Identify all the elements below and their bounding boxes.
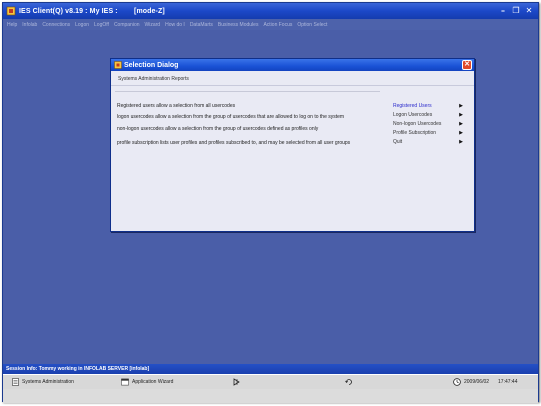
chevron-right-icon: ▶ [459, 111, 463, 118]
option-label: Registered Users [393, 102, 432, 109]
dialog-header: Systems Administration Reports [111, 71, 474, 86]
option-label: Non-logon Usercodes [393, 120, 442, 127]
pointer-arrow-icon [233, 378, 241, 386]
option-label: Profile Subscription [393, 129, 437, 136]
menu-wizard[interactable]: Wizard [145, 22, 161, 28]
navigate-button[interactable] [233, 378, 241, 386]
bottom-strip [3, 389, 538, 403]
description-profile-subscription: profile subscription lists user profiles… [117, 140, 351, 146]
dialog-title-bar[interactable]: Selection Dialog ✕ [111, 59, 474, 71]
systems-administration-label: Systems Administration [22, 379, 74, 385]
workspace: Selection Dialog ✕ Systems Administratio… [3, 30, 538, 364]
application-wizard-button[interactable]: Application Wizard [121, 378, 173, 386]
refresh-icon [345, 378, 353, 386]
description-logon-usercodes: logon usercodes allow a selection from t… [117, 114, 345, 120]
dialog-body: Registered users allow a selection from … [111, 86, 474, 231]
menu-logoff[interactable]: LogOff [94, 22, 109, 28]
window-close-button[interactable]: ✕ [523, 5, 535, 16]
menu-logon[interactable]: Logon [75, 22, 89, 28]
systems-administration-button[interactable]: Systems Administration [11, 378, 74, 386]
date-display: 2009/06/02 [464, 379, 490, 385]
option-label: Logon Usercodes [393, 111, 433, 118]
menu-option-select[interactable]: Option Select [297, 22, 327, 28]
chevron-right-icon: ▶ [459, 120, 463, 127]
chevron-right-icon: ▶ [459, 102, 463, 109]
application-wizard-label: Application Wizard [132, 379, 174, 385]
menu-infolab[interactable]: Infolab [22, 22, 37, 28]
dialog-title: Selection Dialog [124, 61, 179, 69]
chevron-right-icon: ▶ [459, 129, 463, 136]
divider [115, 91, 380, 92]
option-profile-subscription[interactable]: Profile Subscription ▶ [393, 128, 463, 137]
menu-help[interactable]: Help [7, 22, 17, 28]
app-logo-icon [6, 6, 16, 16]
clock-icon [453, 378, 461, 386]
menu-connections[interactable]: Connections [42, 22, 70, 28]
wizard-window-icon [121, 378, 129, 386]
dialog-app-icon [114, 61, 122, 69]
restore-button[interactable]: ❐ [510, 5, 522, 16]
menu-how-do-i[interactable]: How do I [165, 22, 185, 28]
menu-action-focus[interactable]: Action Focus [263, 22, 292, 28]
option-non-logon-usercodes[interactable]: Non-logon Usercodes ▶ [393, 119, 463, 128]
menu-business-modules[interactable]: Business Modules [218, 22, 259, 28]
session-info-bar: Session Info: Tommy working in INFOLAB S… [3, 364, 538, 374]
menu-bar: Help Infolab Connections Logon LogOff Co… [3, 19, 538, 30]
document-icon [11, 378, 19, 386]
title-bar[interactable]: IES Client(Q) v8.19 : My IES : [mode-Z] … [3, 3, 538, 19]
minimize-button[interactable]: – [497, 5, 509, 16]
option-registered-users[interactable]: Registered Users ▶ [393, 101, 463, 110]
description-non-logon-usercodes: non-logon usercodes allow a selection fr… [117, 126, 319, 132]
clock-area: 2009/06/02 17:47:44 [453, 378, 518, 386]
option-list: Registered Users ▶ Logon Usercodes ▶ Non… [393, 101, 463, 146]
option-label: Quit [393, 138, 403, 145]
menu-companion[interactable]: Companion [114, 22, 140, 28]
chevron-right-icon: ▶ [459, 138, 463, 145]
taskbar: Systems Administration Application Wizar… [3, 374, 538, 389]
menu-datamarts[interactable]: DataMarts [190, 22, 213, 28]
window-title: IES Client(Q) v8.19 : My IES : [mode-Z] [19, 7, 165, 15]
app-window: IES Client(Q) v8.19 : My IES : [mode-Z] … [2, 2, 539, 403]
option-quit[interactable]: Quit ▶ [393, 137, 463, 146]
dialog-close-button[interactable]: ✕ [462, 60, 472, 70]
option-logon-usercodes[interactable]: Logon Usercodes ▶ [393, 110, 463, 119]
selection-dialog: Selection Dialog ✕ Systems Administratio… [110, 58, 475, 232]
description-registered-users: Registered users allow a selection from … [117, 103, 236, 109]
refresh-button[interactable] [345, 378, 353, 386]
time-display: 17:47:44 [498, 379, 518, 385]
